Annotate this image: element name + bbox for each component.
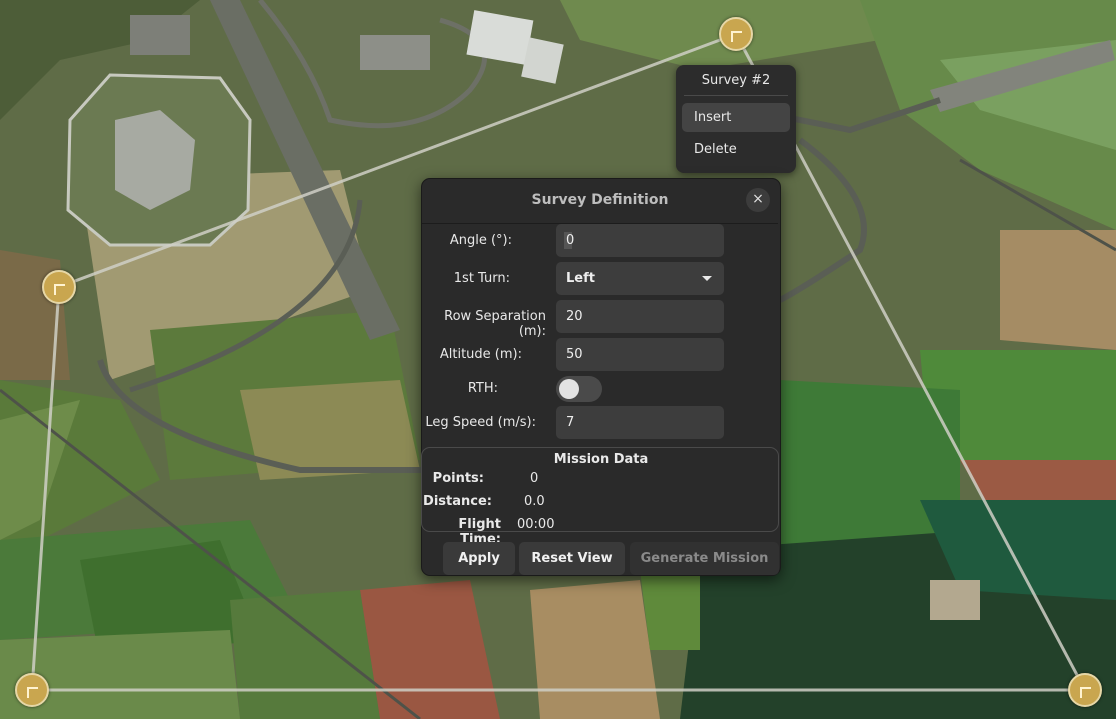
apply-button[interactable]: Apply (443, 542, 515, 575)
waypoint-marker-1[interactable] (719, 17, 753, 51)
angle-value: 0 (566, 233, 575, 248)
dialog-title: Survey Definition (531, 192, 669, 208)
mission-data-panel: Mission Data Points: 0 Distance: 0.0 Fli… (421, 447, 779, 547)
leg-speed-label: Leg Speed (m/s): (425, 415, 536, 430)
survey-definition-dialog: Survey Definition × Angle (°): 0 1st Tur… (421, 178, 781, 576)
rth-label: RTH: (467, 381, 498, 396)
row-separation-label: Row Separation (m): (444, 309, 546, 339)
first-turn-label: 1st Turn: (453, 271, 510, 286)
first-turn-dropdown[interactable]: Left (556, 262, 724, 295)
waypoint-context-menu: Survey #2 Insert Delete (676, 65, 796, 173)
chevron-down-icon (702, 276, 712, 281)
close-icon[interactable]: × (746, 188, 770, 212)
row-separation-input[interactable]: 20 (556, 300, 724, 333)
context-menu-divider (684, 95, 788, 96)
leg-speed-input[interactable]: 7 (556, 406, 724, 439)
first-turn-value: Left (566, 271, 595, 286)
altitude-label: Altitude (m): (439, 347, 522, 362)
altitude-input[interactable]: 50 (556, 338, 724, 371)
leg-speed-value: 7 (566, 415, 575, 430)
reset-view-button[interactable]: Reset View (519, 542, 625, 575)
waypoint-marker-3[interactable] (15, 673, 49, 707)
toggle-knob (559, 379, 579, 399)
delete-menu-item[interactable]: Delete (682, 135, 790, 164)
mission-data-title: Mission Data (553, 452, 649, 467)
angle-label: Angle (°): (449, 233, 512, 248)
waypoint-marker-4[interactable] (1068, 673, 1102, 707)
context-menu-title: Survey #2 (701, 73, 771, 88)
row-separation-value: 20 (566, 309, 583, 324)
rth-toggle[interactable] (556, 376, 602, 402)
flight-time-value: 00:00 (517, 517, 555, 532)
insert-menu-item[interactable]: Insert (682, 103, 790, 132)
points-value: 0 (530, 471, 539, 486)
altitude-value: 50 (566, 347, 583, 362)
dialog-titlebar[interactable]: Survey Definition × (422, 179, 778, 224)
distance-label: Distance: (423, 494, 492, 509)
points-label: Points: (432, 471, 484, 486)
waypoint-marker-2[interactable] (42, 270, 76, 304)
generate-mission-button[interactable]: Generate Mission (630, 542, 779, 575)
angle-input[interactable]: 0 (556, 224, 724, 257)
distance-value: 0.0 (524, 494, 545, 509)
